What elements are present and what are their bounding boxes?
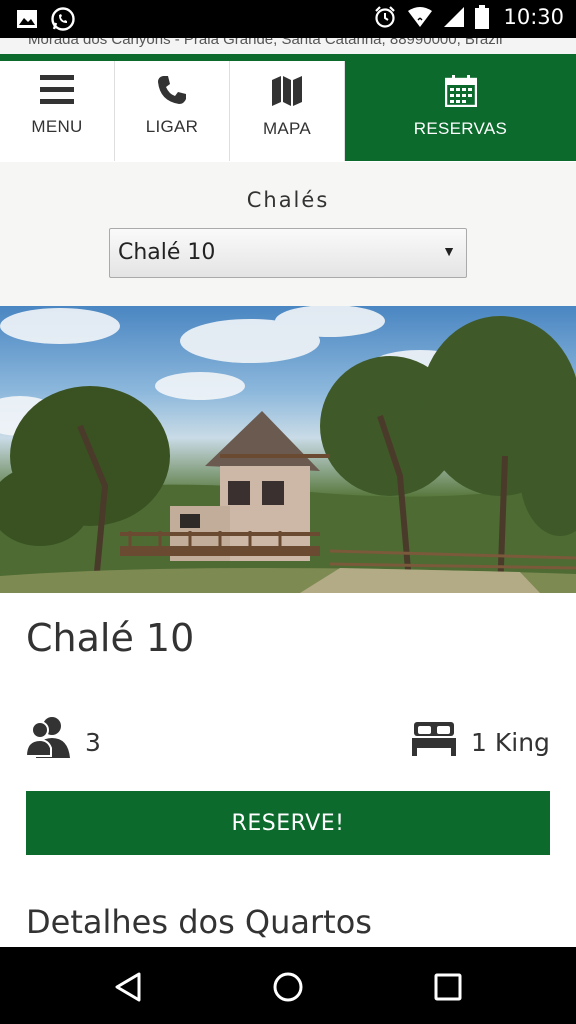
system-nav-bar: [0, 947, 576, 1024]
guests-icon: [26, 717, 70, 758]
room-title: Chalé 10: [26, 616, 195, 660]
nav-reservations-button[interactable]: RESERVAS: [345, 61, 576, 161]
chalet-select[interactable]: Chalé 10 ▼: [109, 228, 467, 278]
room-details-heading: Detalhes dos Quartos: [26, 903, 372, 941]
whatsapp-icon: [51, 7, 75, 31]
home-icon: [273, 972, 303, 1002]
battery-icon: [475, 5, 490, 29]
chalet-photo: [0, 306, 576, 593]
status-bar: 10:30: [0, 0, 576, 38]
hamburger-menu-icon: [40, 75, 74, 104]
signal-icon: [444, 7, 465, 27]
bed-type: 1 King: [471, 728, 550, 757]
chalets-label: Chalés: [246, 188, 330, 212]
address-line: Morada dos Canyons - Praia Grande, Santa…: [0, 38, 576, 54]
phone-icon: [158, 76, 186, 104]
image-icon: [17, 10, 37, 28]
dropdown-arrow-icon: ▼: [442, 243, 456, 259]
address-text: Morada dos Canyons - Praia Grande, Santa…: [28, 38, 503, 48]
bed-icon: [412, 722, 456, 756]
top-nav: MENU LIGAR MAPA RESERVAS: [0, 61, 576, 161]
nav-menu-button[interactable]: MENU: [0, 61, 115, 161]
nav-call-button[interactable]: LIGAR: [115, 61, 230, 161]
reserve-button[interactable]: RESERVE!: [26, 791, 550, 855]
clock: 10:30: [503, 5, 564, 29]
calendar-icon: [444, 75, 477, 107]
header-accent-line: [0, 54, 576, 61]
chalet-select-value: Chalé 10: [118, 240, 216, 265]
nav-map-label: MAPA: [262, 119, 312, 138]
nav-menu-label: MENU: [31, 117, 83, 136]
recents-icon: [434, 973, 462, 1001]
wifi-icon: [408, 7, 433, 27]
back-icon: [115, 972, 141, 1002]
back-button[interactable]: [106, 965, 150, 1009]
nav-reservations-label: RESERVAS: [413, 119, 508, 138]
nav-map-button[interactable]: MAPA: [230, 61, 345, 161]
map-icon: [272, 76, 302, 106]
guests-count: 3: [85, 728, 101, 757]
home-button[interactable]: [266, 965, 310, 1009]
alarm-icon: [375, 6, 396, 28]
nav-call-label: LIGAR: [145, 117, 199, 136]
recents-button[interactable]: [426, 965, 470, 1009]
